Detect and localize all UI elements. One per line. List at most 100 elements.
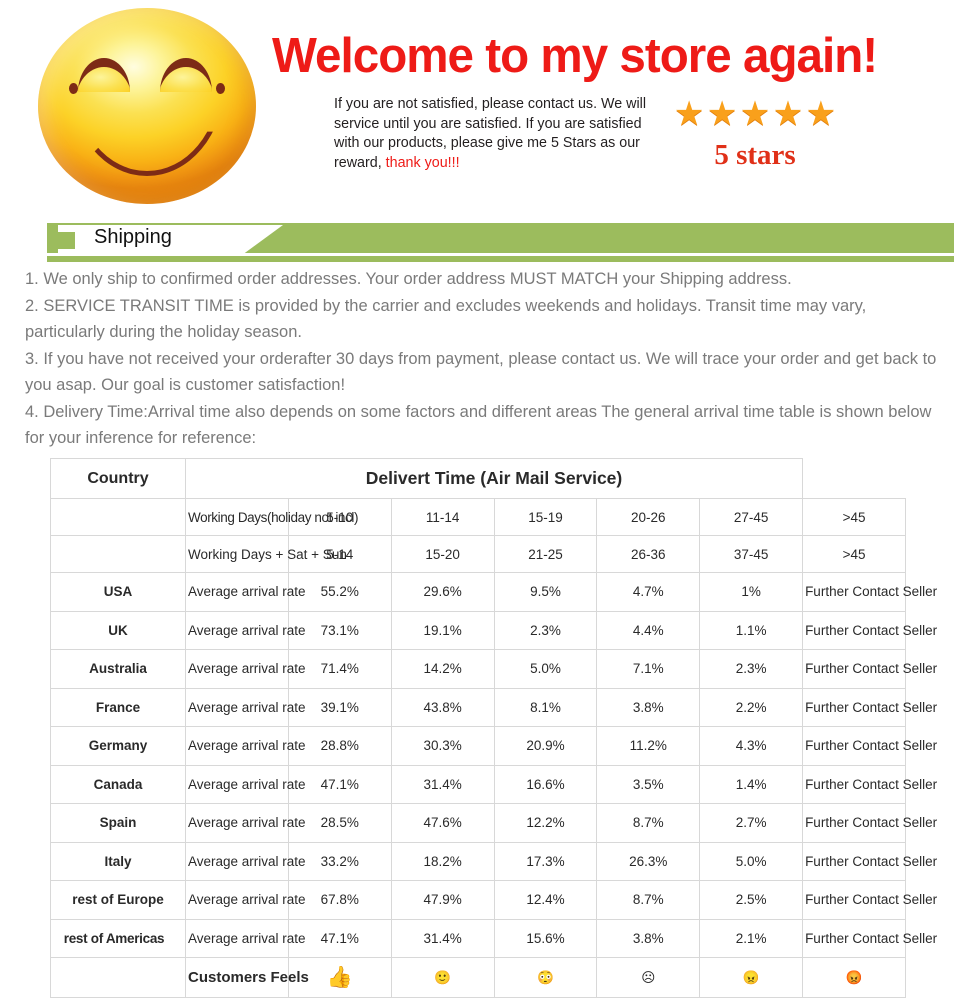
shipping-note: 3. If you have not received your orderaf… <box>25 349 937 395</box>
cell-country: France <box>50 687 186 727</box>
header-cell-country: Country <box>50 458 186 499</box>
cell-range: 15-19 <box>493 498 598 536</box>
cell-range-last: >45 <box>802 498 906 536</box>
cell-rate: 17.3% <box>493 841 598 881</box>
shipping-note: 4. Delivery Time:Arrival time also depen… <box>25 402 932 448</box>
cell-rate: 2.3% <box>699 649 804 689</box>
table-row: Australia Average arrival rate 71.4% 14.… <box>50 649 937 689</box>
cell-country <box>50 498 186 536</box>
cell-country: rest of Europe <box>50 880 186 920</box>
cell-rate: 31.4% <box>390 764 495 804</box>
cell-rate: 19.1% <box>390 610 495 650</box>
star-icon: ★ <box>772 95 804 133</box>
cell-rate: 47.9% <box>390 880 495 920</box>
cell-rate: 11.2% <box>596 726 701 766</box>
cell-rate-label: Average arrival rate <box>185 687 306 727</box>
cell-contact-seller: Further Contact Seller <box>802 764 937 804</box>
cell-contact-seller: Further Contact Seller <box>802 880 937 920</box>
frowning-face-icon: ☹ <box>596 957 701 998</box>
cell-contact-seller: Further Contact Seller <box>802 610 937 650</box>
rating-label: 5 stars <box>714 139 796 171</box>
satisfaction-blurb: If you are not satisfied, please contact… <box>334 95 656 173</box>
table-row: Working Days(holiday not incl) 5-10 11-1… <box>50 498 906 536</box>
cell-rate: 8.7% <box>596 803 701 843</box>
cell-range: 21-25 <box>493 535 598 573</box>
cell-range: 26-36 <box>596 535 701 573</box>
table-row: rest of Americas Average arrival rate 47… <box>46 918 937 958</box>
cell-rate: 2.3% <box>493 610 598 650</box>
cell-rate: 31.4% <box>390 918 495 958</box>
shipping-heading: Shipping <box>94 226 172 248</box>
cell-rate-label: Average arrival rate <box>185 841 306 881</box>
table-row: UK Average arrival rate 73.1% 19.1% 2.3%… <box>50 610 937 650</box>
table-header-row: Country Delivert Time (Air Mail Service) <box>50 458 906 499</box>
cell-rate: 3.5% <box>596 764 701 804</box>
cell-rate-label: Average arrival rate <box>185 918 306 958</box>
cell-rate-label: Average arrival rate <box>185 572 306 612</box>
shipping-note: 2. SERVICE TRANSIT TIME is provided by t… <box>25 296 867 342</box>
angry-yelling-face-icon: 😠 <box>699 957 804 998</box>
delivery-time-table: Country Delivert Time (Air Mail Service)… <box>46 458 937 998</box>
cell-rate: 18.2% <box>390 841 495 881</box>
cell-rate: 8.7% <box>596 880 701 920</box>
cell-rate: 8.1% <box>493 687 598 727</box>
cell-rate: 2.7% <box>699 803 804 843</box>
surprised-face-icon: 😳 <box>493 957 598 998</box>
cell-country: Italy <box>50 841 186 881</box>
banner-divider <box>47 253 954 256</box>
cell-customers-feels-label: Customers Feels <box>185 957 309 998</box>
cell-country <box>50 535 186 573</box>
cell-rate: 2.2% <box>699 687 804 727</box>
cell-country: Spain <box>50 803 186 843</box>
cell-contact-seller: Further Contact Seller <box>802 687 937 727</box>
cell-rate: 2.1% <box>699 918 804 958</box>
cell-rate-label: Average arrival rate <box>185 764 306 804</box>
cell-contact-seller: Further Contact Seller <box>802 649 937 689</box>
star-icon: ★ <box>706 95 738 133</box>
cell-rate: 2.5% <box>699 880 804 920</box>
cell-rate: 1% <box>699 572 804 612</box>
cell-country: UK <box>50 610 186 650</box>
cell-rate-label: Average arrival rate <box>185 880 306 920</box>
cell-rate: 29.6% <box>390 572 495 612</box>
smiley-face-icon <box>38 8 256 204</box>
cell-contact-seller: Further Contact Seller <box>802 803 937 843</box>
cell-country: Australia <box>50 649 186 689</box>
shipping-note: 1. We only ship to confirmed order addre… <box>25 270 792 288</box>
blurb-main-text: If you are not satisfied, please contact… <box>334 96 647 171</box>
table-row: Spain Average arrival rate 28.5% 47.6% 1… <box>50 803 937 843</box>
star-rating: ★ ★ ★ ★ ★ <box>655 97 855 131</box>
star-icon: ★ <box>673 95 705 133</box>
store-header: Welcome to my store again! If you are no… <box>0 0 960 212</box>
cell-country <box>50 957 186 998</box>
table-row: France Average arrival rate 39.1% 43.8% … <box>50 687 937 727</box>
table-row-customers-feels: Customers Feels 👍 🙂 😳 ☹ 😠 😡 <box>50 957 906 998</box>
cell-rate: 15.6% <box>493 918 598 958</box>
cell-rate: 4.3% <box>699 726 804 766</box>
cell-rate: 9.5% <box>493 572 598 612</box>
cell-rate: 1.4% <box>699 764 804 804</box>
cell-rate: 3.8% <box>596 918 701 958</box>
star-icon: ★ <box>805 95 837 133</box>
shipping-section-banner: Shipping <box>47 223 954 262</box>
cell-rate-label: Average arrival rate <box>185 649 306 689</box>
cell-rate: 5.0% <box>699 841 804 881</box>
red-angry-face-icon: 😡 <box>802 957 906 998</box>
cell-rate: 3.8% <box>596 687 701 727</box>
cell-contact-seller: Further Contact Seller <box>802 918 937 958</box>
cell-country: Canada <box>50 764 186 804</box>
cell-rate: 47.6% <box>390 803 495 843</box>
table-row: Working Days + Sat + Sun 5-14 15-20 21-2… <box>50 535 906 573</box>
cell-rate: 12.2% <box>493 803 598 843</box>
cell-working-days-label: Working Days(holiday not incl) <box>185 498 358 536</box>
cell-rate: 4.4% <box>596 610 701 650</box>
cell-range: 37-45 <box>699 535 804 573</box>
delivery-time-table-wrap: Country Delivert Time (Air Mail Service)… <box>46 458 937 998</box>
cell-rate: 12.4% <box>493 880 598 920</box>
cell-rate: 14.2% <box>390 649 495 689</box>
cell-rate-label: Average arrival rate <box>185 803 306 843</box>
cell-contact-seller: Further Contact Seller <box>802 841 937 881</box>
cell-range-last: >45 <box>802 535 906 573</box>
cell-rate: 16.6% <box>493 764 598 804</box>
cell-rate: 7.1% <box>596 649 701 689</box>
